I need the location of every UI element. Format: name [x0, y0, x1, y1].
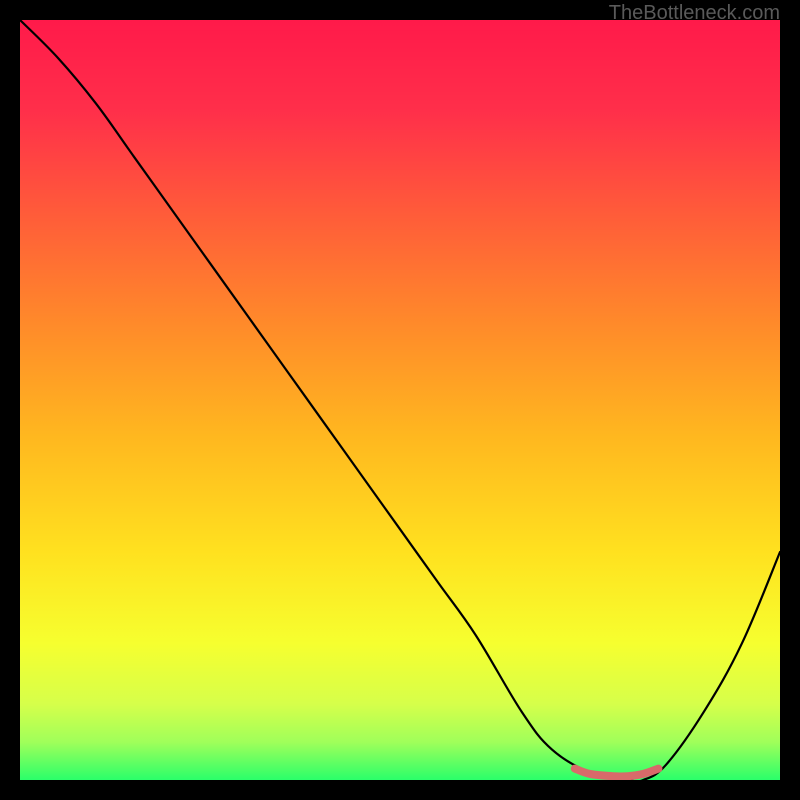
curve-layer [20, 20, 780, 780]
bottleneck-curve [20, 20, 780, 780]
chart-container: TheBottleneck.com [0, 0, 800, 800]
watermark-text: TheBottleneck.com [609, 2, 780, 25]
target-range-marker [575, 769, 659, 777]
plot-area [20, 20, 780, 780]
